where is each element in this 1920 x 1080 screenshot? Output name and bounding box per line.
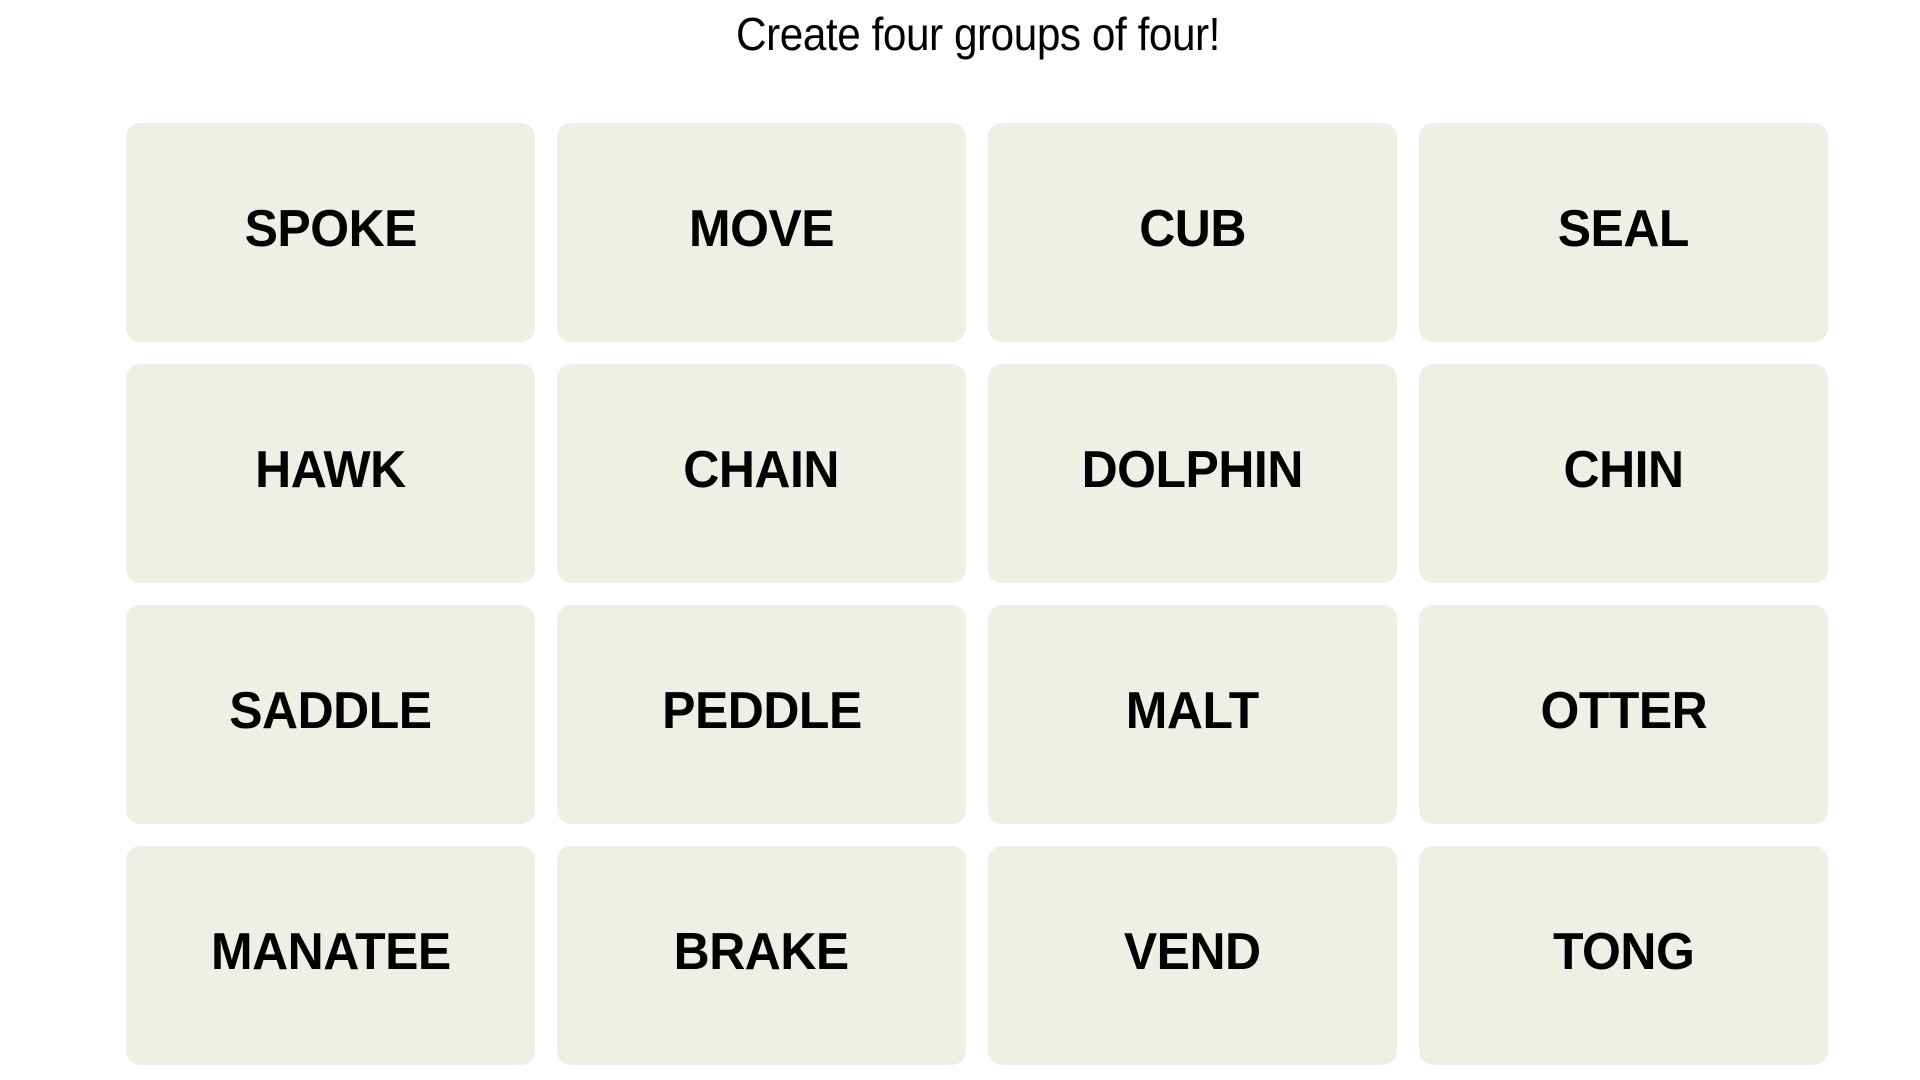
word-tile[interactable]: TONG (1419, 846, 1828, 1065)
word-tile[interactable]: CHAIN (557, 364, 966, 583)
word-tile-label: HAWK (255, 440, 406, 499)
word-tile-label: CHAIN (683, 440, 840, 499)
instruction-text: Create four groups of four! (736, 8, 1220, 60)
word-grid: SPOKE MOVE CUB SEAL HAWK CHAIN DOLPHIN C… (126, 123, 1830, 1065)
word-tile-label: OTTER (1540, 681, 1707, 740)
word-tile[interactable]: CUB (988, 123, 1397, 342)
word-tile[interactable]: HAWK (126, 364, 535, 583)
word-tile[interactable]: CHIN (1419, 364, 1828, 583)
word-tile-label: CHIN (1563, 440, 1684, 499)
word-tile[interactable]: SADDLE (126, 605, 535, 824)
word-tile-label: VEND (1124, 922, 1261, 981)
word-tile[interactable]: OTTER (1419, 605, 1828, 824)
word-tile-label: BRAKE (673, 922, 850, 981)
word-tile[interactable]: DOLPHIN (988, 364, 1397, 583)
word-tile-label: SADDLE (229, 681, 432, 740)
word-tile-label: SPOKE (244, 199, 417, 258)
word-tile-label: MOVE (688, 199, 835, 258)
word-tile[interactable]: MOVE (557, 123, 966, 342)
word-tile-label: DOLPHIN (1081, 440, 1304, 499)
word-tile-label: CUB (1139, 199, 1246, 258)
word-tile[interactable]: VEND (988, 846, 1397, 1065)
word-tile-label: PEDDLE (661, 681, 862, 740)
word-tile[interactable]: PEDDLE (557, 605, 966, 824)
word-tile[interactable]: BRAKE (557, 846, 966, 1065)
word-tile-label: TONG (1552, 922, 1695, 981)
word-tile-label: MALT (1125, 681, 1259, 740)
word-tile[interactable]: SEAL (1419, 123, 1828, 342)
word-tile-label: MANATEE (210, 922, 451, 981)
word-tile-label: SEAL (1557, 199, 1690, 258)
word-tile[interactable]: SPOKE (126, 123, 535, 342)
word-tile[interactable]: MALT (988, 605, 1397, 824)
word-tile[interactable]: MANATEE (126, 846, 535, 1065)
